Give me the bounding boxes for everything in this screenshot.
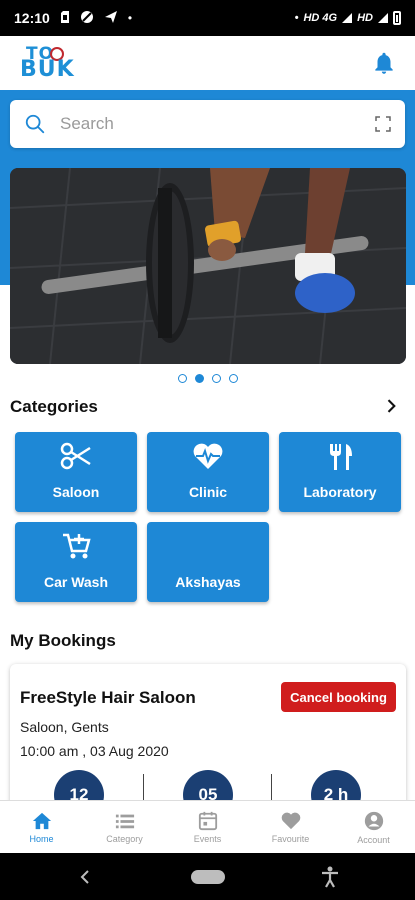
carousel-dot[interactable] — [228, 374, 238, 383]
accessibility-icon[interactable] — [320, 866, 340, 888]
status-right: • HD 4G HD — [295, 11, 401, 25]
category-laboratory[interactable]: Laboratory — [279, 432, 401, 512]
notification-bell-icon[interactable] — [371, 50, 397, 76]
nav-label: Favourite — [271, 833, 310, 844]
cancel-booking-button[interactable]: Cancel booking — [281, 682, 396, 712]
categories-title: Categories — [10, 397, 98, 416]
calendar-icon — [198, 811, 217, 830]
nav-category[interactable]: Category — [83, 801, 166, 853]
dot-icon: • — [294, 12, 299, 24]
sim-icon — [60, 10, 70, 27]
system-navigation-bar — [0, 853, 415, 900]
battery-icon — [393, 11, 401, 25]
home-pill-button[interactable] — [191, 870, 225, 884]
dot-icon: • — [127, 11, 133, 25]
category-label: Saloon — [52, 484, 100, 500]
booking-datetime: 10:00 am , 03 Aug 2020 — [20, 743, 169, 759]
network-label-2: HD — [357, 12, 373, 24]
banner-image — [10, 168, 406, 364]
status-bar: 12:10 • • HD 4G HD — [0, 0, 415, 36]
nav-favourite[interactable]: Favourite — [249, 801, 332, 853]
account-icon — [364, 811, 383, 830]
back-icon[interactable] — [78, 868, 92, 886]
nav-label: Category — [106, 833, 143, 844]
nav-events[interactable]: Events — [166, 801, 249, 853]
scan-icon[interactable] — [375, 116, 391, 132]
category-car-wash[interactable]: Car Wash — [15, 522, 137, 602]
telegram-icon — [104, 10, 118, 27]
category-label: Clinic — [188, 484, 228, 500]
bookings-title: My Bookings — [10, 631, 116, 650]
search-bar[interactable] — [10, 100, 405, 148]
no-disturb-icon — [80, 10, 94, 27]
app-header: TO BUK — [0, 36, 415, 90]
category-label: Car Wash — [43, 574, 109, 590]
app-screen: 12:10 • • HD 4G HD TO BUK Search Categor… — [0, 0, 415, 900]
fork-knife-icon — [279, 442, 401, 472]
search-input[interactable] — [60, 114, 375, 134]
booking-category: Saloon, Gents — [20, 719, 109, 735]
bottom-navigation: Home Category Events Favourite Account — [0, 800, 415, 853]
heart-pulse-icon — [147, 442, 269, 470]
category-clinic[interactable]: Clinic — [147, 432, 269, 512]
chevron-right-icon[interactable] — [381, 396, 401, 416]
status-time: 12:10 — [14, 10, 50, 26]
carousel-indicator — [0, 374, 415, 383]
logo-text-bottom: BUK — [20, 57, 75, 82]
cart-plus-icon — [15, 532, 137, 560]
nav-account[interactable]: Account — [332, 801, 415, 853]
category-akshayas[interactable]: Akshayas — [147, 522, 269, 602]
app-logo: TO BUK — [20, 43, 82, 83]
nav-label: Events — [193, 833, 222, 844]
carousel-dot[interactable] — [177, 374, 187, 383]
nav-home[interactable]: Home — [0, 801, 83, 853]
signal-icon — [342, 13, 353, 23]
home-icon — [32, 812, 51, 829]
search-icon — [25, 114, 45, 134]
carousel-dot-active[interactable] — [194, 374, 204, 383]
scissors-icon — [15, 442, 137, 470]
category-label: Laboratory — [303, 484, 377, 500]
signal-icon — [378, 13, 388, 23]
nav-label: Account — [357, 834, 390, 845]
category-saloon[interactable]: Saloon — [15, 432, 137, 512]
nav-label: Home — [29, 833, 54, 844]
carousel-dot[interactable] — [211, 374, 221, 383]
network-label: HD 4G — [303, 12, 338, 24]
promo-banner[interactable] — [10, 168, 406, 364]
category-label: Akshayas — [175, 574, 241, 590]
booking-name: FreeStyle Hair Saloon — [20, 688, 196, 707]
list-icon — [115, 814, 134, 828]
heart-icon — [281, 812, 300, 829]
